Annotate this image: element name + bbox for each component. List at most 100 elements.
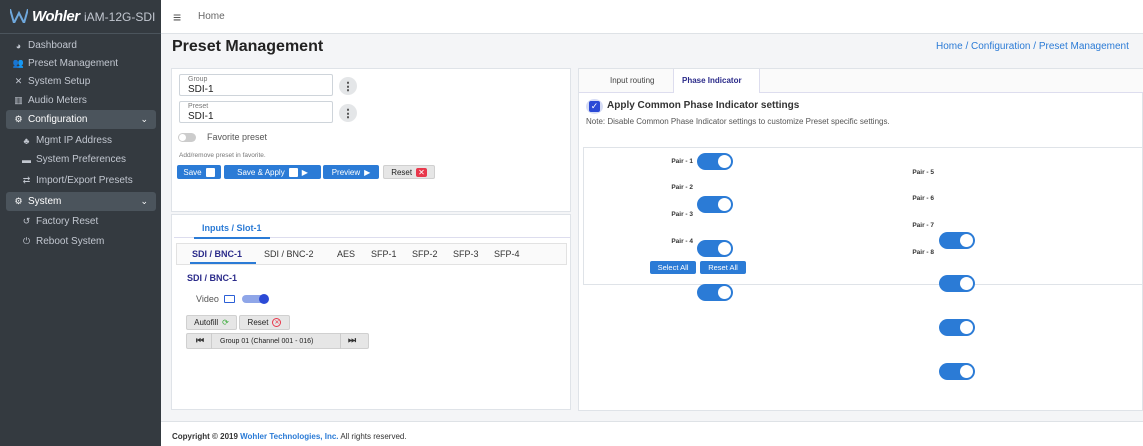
pair-2-label: Pair - 2 — [671, 184, 693, 191]
tab-sfp-4[interactable]: SFP-4 — [494, 249, 520, 259]
close-circle-icon: ✕ — [272, 318, 282, 327]
hamburger-menu-icon[interactable]: ≡ — [173, 9, 181, 25]
chevron-down-icon: ⌄ — [140, 114, 148, 124]
refresh-icon: ⟳ — [222, 318, 229, 327]
sidebar-item-preset-management[interactable]: 👥 Preset Management — [0, 54, 161, 73]
reset-button[interactable]: Reset ✕ — [383, 165, 435, 179]
tab-aes[interactable]: AES — [337, 249, 355, 259]
sidebar-item-factory-reset[interactable]: ↺ Factory Reset — [0, 212, 161, 231]
tab-sfp-2[interactable]: SFP-2 — [412, 249, 438, 259]
wohler-logo-icon — [10, 9, 28, 23]
save-apply-button[interactable]: Save & Apply ▶ — [224, 165, 321, 179]
nav-divider — [340, 333, 341, 349]
sidebar-item-system-preferences[interactable]: ▬ System Preferences — [0, 150, 161, 169]
group-label: Group — [188, 76, 208, 83]
tab-sfp-3[interactable]: SFP-3 — [453, 249, 479, 259]
top-bar: ≡ Home — [161, 0, 1143, 34]
pair-3-toggle[interactable] — [697, 240, 733, 257]
sidebar-item-import-export[interactable]: ⇄ Import/Export Presets — [0, 171, 161, 190]
apply-common-label: Apply Common Phase Indicator settings — [607, 100, 800, 111]
section-title: SDI / BNC-1 — [187, 273, 238, 283]
preset-select[interactable]: Preset SDI-1 — [179, 101, 333, 123]
tab-sfp-1[interactable]: SFP-1 — [371, 249, 397, 259]
preset-menu-button[interactable]: ⋮ — [339, 104, 357, 122]
breadcrumb[interactable]: Home / Configuration / Preset Management — [936, 41, 1129, 52]
pair-6-toggle[interactable] — [939, 275, 975, 292]
exchange-icon: ⇄ — [22, 175, 31, 185]
save-button[interactable]: Save — [177, 165, 221, 179]
copyright-prefix: Copyright © 2019 — [172, 432, 241, 441]
reset-all-button[interactable]: Reset All — [700, 261, 746, 274]
tab-input-routing[interactable]: Input routing — [610, 76, 654, 85]
copyright-suffix: All rights reserved. — [338, 432, 407, 441]
favorite-toggle[interactable] — [178, 133, 196, 142]
pair-4-toggle[interactable] — [697, 284, 733, 301]
select-all-button[interactable]: Select All — [650, 261, 696, 274]
sidebar-item-dashboard[interactable]: ◕ Dashboard — [0, 36, 161, 55]
sidebar-item-mgmt-ip[interactable]: ♣ Mgmt IP Address — [0, 131, 161, 150]
first-page-icon[interactable]: ⏮ — [196, 335, 204, 346]
pair-3-label: Pair - 3 — [671, 211, 693, 218]
tab-sdi-bnc-2[interactable]: SDI / BNC-2 — [264, 249, 314, 259]
inputs-slot-underline — [194, 237, 270, 239]
last-page-icon[interactable]: ⏭ — [348, 335, 356, 346]
tools-icon: ✕ — [14, 76, 23, 86]
preview-button[interactable]: Preview ▶ — [323, 165, 379, 179]
pair-2-toggle[interactable] — [697, 196, 733, 213]
pair-4-label: Pair - 4 — [671, 238, 693, 245]
pair-8-label: Pair - 8 — [912, 249, 934, 256]
dashboard-icon: ◕ — [15, 40, 22, 51]
pair-8-toggle[interactable] — [939, 363, 975, 380]
autofill-button[interactable]: Autofill ⟳ — [186, 315, 237, 330]
gears-icon: ⚙ — [14, 196, 23, 206]
sidebar-item-system[interactable]: ⚙ System ⌄ — [6, 192, 156, 211]
pair-1-label: Pair - 1 — [671, 158, 693, 165]
play-icon: ▶ — [301, 167, 308, 177]
pair-7-toggle[interactable] — [939, 319, 975, 336]
sidebar-item-system-setup[interactable]: ✕ System Setup — [0, 72, 161, 91]
copyright: Copyright © 2019 Wohler Technologies, In… — [172, 432, 407, 441]
pair-1-toggle[interactable] — [697, 153, 733, 170]
tab-active-underline — [190, 262, 256, 264]
nav-divider — [211, 333, 212, 349]
monitor-icon — [224, 295, 235, 303]
undo-icon: ↺ — [22, 216, 31, 226]
power-icon: ⏻ — [22, 236, 31, 246]
apply-common-checkbox[interactable]: ✓ — [589, 101, 600, 112]
favorite-hint: Add/remove preset in favorite. — [179, 152, 266, 159]
brand-model: iAM-12G-SDI — [84, 10, 156, 24]
chevron-down-icon: ⌄ — [140, 196, 148, 206]
preset-label: Preset — [188, 103, 209, 110]
group-menu-button[interactable]: ⋮ — [339, 77, 357, 95]
brand-name: Wohler — [32, 8, 80, 25]
keyboard-icon: ▬ — [22, 154, 31, 165]
close-icon: ✕ — [416, 167, 427, 177]
pair-7-label: Pair - 7 — [912, 222, 934, 229]
tab-phase-indicator[interactable]: Phase Indicator — [682, 76, 742, 85]
group-nav-label: Group 01 (Channel 001 - 016) — [220, 338, 314, 345]
inputs-slot-tab[interactable]: Inputs / Slot-1 — [202, 223, 262, 233]
gear-icon: ⚙ — [14, 114, 23, 124]
group-value: SDI-1 — [188, 84, 214, 95]
pair-6-label: Pair - 6 — [912, 195, 934, 202]
favorite-label: Favorite preset — [207, 132, 268, 142]
company-link[interactable]: Wohler Technologies, Inc. — [240, 432, 338, 441]
video-toggle[interactable] — [242, 294, 269, 304]
home-link[interactable]: Home — [198, 11, 225, 22]
sidebar-item-configuration[interactable]: ⚙ Configuration ⌄ — [6, 110, 156, 129]
play-icon: ▶ — [364, 167, 371, 177]
floppy-icon — [205, 167, 215, 177]
brand-bar: Wohler iAM-12G-SDI — [0, 0, 161, 34]
sidebar-item-reboot[interactable]: ⏻ Reboot System — [0, 232, 161, 251]
network-icon: ♣ — [23, 135, 30, 146]
inputs-reset-button[interactable]: Reset ✕ — [239, 315, 290, 330]
page-title: Preset Management — [172, 38, 324, 55]
preset-value: SDI-1 — [188, 111, 214, 122]
phase-note: Note: Disable Common Phase Indicator set… — [586, 117, 890, 126]
tab-sdi-bnc-1[interactable]: SDI / BNC-1 — [192, 249, 242, 259]
floppy-icon — [288, 167, 298, 177]
group-select[interactable]: Group SDI-1 — [179, 74, 333, 96]
right-tabs-bar — [579, 69, 1143, 93]
pair-5-toggle[interactable] — [939, 232, 975, 249]
sidebar-item-audio-meters[interactable]: ▥ Audio Meters — [0, 91, 161, 110]
